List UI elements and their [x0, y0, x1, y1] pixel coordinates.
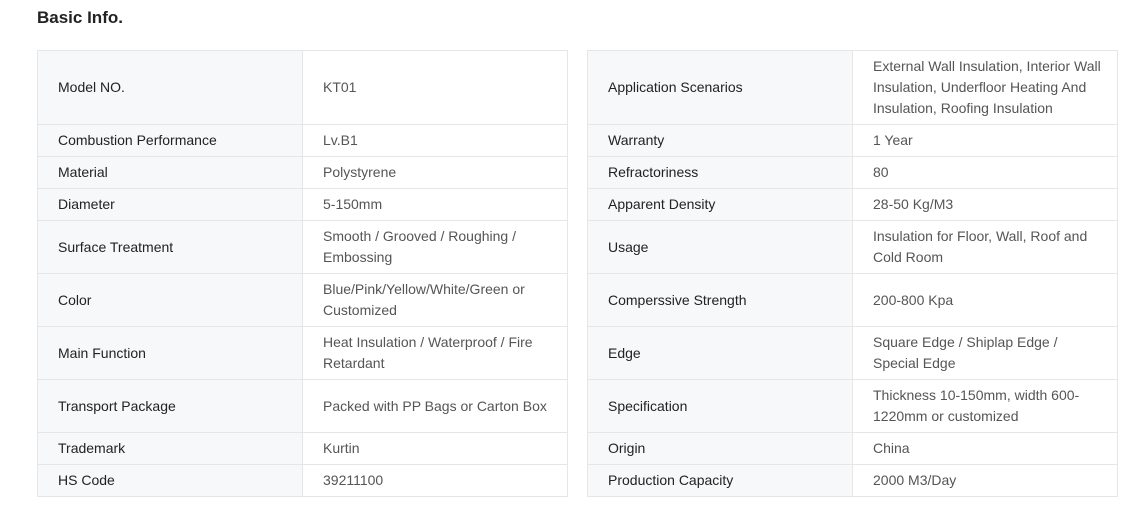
table-row: Main Function Heat Insulation / Waterpro…	[37, 326, 568, 380]
spec-key-compressive-strength: Comperssive Strength	[587, 273, 853, 327]
spec-key-trademark: Trademark	[37, 432, 303, 465]
spec-key-apparent-density: Apparent Density	[587, 188, 853, 221]
spec-key-origin: Origin	[587, 432, 853, 465]
table-row: Comperssive Strength 200-800 Kpa	[587, 273, 1118, 327]
table-row: Origin China	[587, 432, 1118, 465]
spec-value-color: Blue/Pink/Yellow/White/Green or Customiz…	[302, 273, 568, 327]
table-row: Color Blue/Pink/Yellow/White/Green or Cu…	[37, 273, 568, 327]
spec-key-warranty: Warranty	[587, 124, 853, 157]
spec-value-specification: Thickness 10-150mm, width 600-1220mm or …	[852, 379, 1118, 433]
spec-key-material: Material	[37, 156, 303, 189]
table-row: Warranty 1 Year	[587, 124, 1118, 157]
spec-value-apparent-density: 28-50 Kg/M3	[852, 188, 1118, 221]
spec-key-transport-package: Transport Package	[37, 379, 303, 433]
spec-value-origin: China	[852, 432, 1118, 465]
spec-value-combustion-performance: Lv.B1	[302, 124, 568, 157]
spec-value-diameter: 5-150mm	[302, 188, 568, 221]
table-row: Trademark Kurtin	[37, 432, 568, 465]
spec-value-hs-code: 39211100	[302, 464, 568, 497]
table-row: Refractoriness 80	[587, 156, 1118, 189]
spec-key-model-no: Model NO.	[37, 50, 303, 125]
spec-value-compressive-strength: 200-800 Kpa	[852, 273, 1118, 327]
spec-value-material: Polystyrene	[302, 156, 568, 189]
table-row: Surface Treatment Smooth / Grooved / Rou…	[37, 220, 568, 274]
table-row: Material Polystyrene	[37, 156, 568, 189]
table-row: Model NO. KT01	[37, 50, 568, 125]
spec-key-diameter: Diameter	[37, 188, 303, 221]
section-title: Basic Info.	[37, 8, 123, 27]
spec-key-edge: Edge	[587, 326, 853, 380]
spec-key-refractoriness: Refractoriness	[587, 156, 853, 189]
spec-key-surface-treatment: Surface Treatment	[37, 220, 303, 274]
spec-value-edge: Square Edge / Shiplap Edge / Special Edg…	[852, 326, 1118, 380]
spec-value-transport-package: Packed with PP Bags or Carton Box	[302, 379, 568, 433]
spec-value-usage: Insulation for Floor, Wall, Roof and Col…	[852, 220, 1118, 274]
spec-key-production-capacity: Production Capacity	[587, 464, 853, 497]
table-row: HS Code 39211100	[37, 464, 568, 497]
spec-key-main-function: Main Function	[37, 326, 303, 380]
table-row: Apparent Density 28-50 Kg/M3	[587, 188, 1118, 221]
table-row: Usage Insulation for Floor, Wall, Roof a…	[587, 220, 1118, 274]
spec-key-usage: Usage	[587, 220, 853, 274]
spec-value-model-no: KT01	[302, 50, 568, 125]
spec-value-production-capacity: 2000 M3/Day	[852, 464, 1118, 497]
table-row: Application Scenarios External Wall Insu…	[587, 50, 1118, 125]
spec-value-application-scenarios: External Wall Insulation, Interior Wall …	[852, 50, 1118, 125]
spec-value-trademark: Kurtin	[302, 432, 568, 465]
spec-key-color: Color	[37, 273, 303, 327]
spec-key-specification: Specification	[587, 379, 853, 433]
table-row: Diameter 5-150mm	[37, 188, 568, 221]
spec-key-hs-code: HS Code	[37, 464, 303, 497]
basic-info-table-right: Application Scenarios External Wall Insu…	[587, 50, 1118, 497]
spec-value-surface-treatment: Smooth / Grooved / Roughing / Embossing	[302, 220, 568, 274]
spec-value-main-function: Heat Insulation / Waterproof / Fire Reta…	[302, 326, 568, 380]
spec-key-combustion-performance: Combustion Performance	[37, 124, 303, 157]
spec-key-application-scenarios: Application Scenarios	[587, 50, 853, 125]
spec-value-refractoriness: 80	[852, 156, 1118, 189]
spec-value-warranty: 1 Year	[852, 124, 1118, 157]
basic-info-table-left: Model NO. KT01 Combustion Performance Lv…	[37, 50, 568, 497]
table-row: Specification Thickness 10-150mm, width …	[587, 379, 1118, 433]
table-row: Combustion Performance Lv.B1	[37, 124, 568, 157]
table-row: Production Capacity 2000 M3/Day	[587, 464, 1118, 497]
table-row: Transport Package Packed with PP Bags or…	[37, 379, 568, 433]
table-row: Edge Square Edge / Shiplap Edge / Specia…	[587, 326, 1118, 380]
